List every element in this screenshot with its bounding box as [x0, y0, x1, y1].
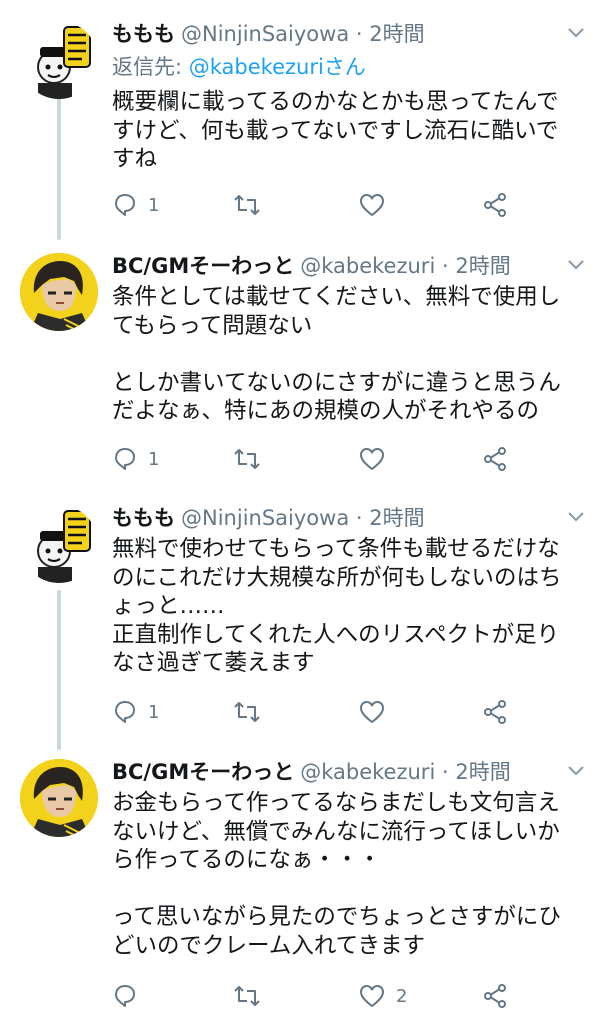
- handle[interactable]: @kabekezuri: [300, 760, 435, 784]
- reply-icon: [115, 701, 135, 723]
- display-name[interactable]: BC/GMそーわっと: [112, 254, 294, 278]
- tweet[interactable]: BC/GMそーわっと @kabekezuri · 2時間 お金もらって作ってるなら…: [0, 756, 605, 1024]
- avatar[interactable]: [20, 759, 98, 837]
- handle[interactable]: @NinjinSaiyowa: [181, 506, 349, 530]
- share-icon: [484, 700, 506, 724]
- reply-button[interactable]: [112, 981, 148, 1011]
- timestamp[interactable]: 2時間: [369, 506, 424, 530]
- retweet-button[interactable]: [232, 190, 272, 220]
- share-button[interactable]: [482, 190, 508, 220]
- tweet[interactable]: BC/GMそーわっと @kabekezuri · 2時間 条件としては載せてくださ…: [0, 250, 605, 480]
- chevron-down-icon[interactable]: [567, 764, 585, 778]
- chevron-down-icon[interactable]: [567, 510, 585, 524]
- avatar[interactable]: [20, 253, 98, 331]
- plush-figure-avatar-icon: [20, 21, 98, 99]
- share-icon: [484, 447, 506, 471]
- heart-icon: [360, 985, 384, 1007]
- tweet-actions: 1: [112, 697, 532, 727]
- anime-character-avatar-icon: [20, 253, 98, 331]
- anime-character-avatar-icon: [20, 759, 98, 837]
- share-icon: [484, 193, 506, 217]
- tweet-body: 条件としては載せてください、無料で使用し てもらって問題ない としか書いてないの…: [112, 284, 561, 424]
- like-button[interactable]: [358, 444, 396, 474]
- share-button[interactable]: [482, 444, 508, 474]
- tweet-actions: 1: [112, 444, 532, 474]
- tweet-header: BC/GMそーわっと @kabekezuri · 2時間: [112, 250, 565, 282]
- avatar[interactable]: [20, 505, 98, 583]
- reply-to-prefix: 返信先:: [112, 55, 189, 79]
- reply-icon: [115, 448, 135, 470]
- retweet-icon: [234, 195, 260, 215]
- retweet-icon: [234, 702, 260, 722]
- tweet-text: 条件としては載せてください、無料で使用し てもらって問題ない としか書いてないの…: [112, 283, 581, 426]
- chevron-down-icon[interactable]: [567, 258, 585, 272]
- like-button[interactable]: [358, 697, 396, 727]
- display-name[interactable]: ももも: [112, 22, 175, 46]
- tweet-header: ももも @NinjinSaiyowa · 2時間: [112, 18, 565, 50]
- heart-icon: [360, 701, 384, 723]
- reply-button[interactable]: 1: [112, 444, 159, 474]
- retweet-button[interactable]: [232, 697, 272, 727]
- share-button[interactable]: [482, 697, 508, 727]
- plush-figure-avatar-icon: [20, 505, 98, 583]
- retweet-button[interactable]: [232, 981, 272, 1011]
- tweet[interactable]: ももも @NinjinSaiyowa · 2時間 返信先: @kabekezuri…: [0, 18, 605, 233]
- tweet-body: お金もらって作ってるならまだしも文句言え ないけど、無償でみんなに流行ってほしい…: [112, 790, 561, 959]
- handle[interactable]: @kabekezuri: [300, 254, 435, 278]
- reply-button[interactable]: 1: [112, 190, 159, 220]
- tweet-text: お金もらって作ってるならまだしも文句言え ないけど、無償でみんなに流行ってほしい…: [112, 789, 581, 960]
- separator-dot: ·: [355, 506, 363, 530]
- heart-icon: [360, 194, 384, 216]
- tweet-text: 概要欄に載ってるのかなとかも思ってたんで すけど、何も載ってないですし流石に酷い…: [112, 88, 581, 174]
- display-name[interactable]: ももも: [112, 506, 175, 530]
- handle[interactable]: @NinjinSaiyowa: [181, 22, 349, 46]
- reply-icon: [115, 194, 135, 216]
- reply-count: 1: [148, 701, 160, 723]
- timestamp[interactable]: 2時間: [369, 22, 424, 46]
- timestamp[interactable]: 2時間: [455, 254, 510, 278]
- reply-count: 1: [148, 194, 160, 216]
- share-button[interactable]: [482, 981, 508, 1011]
- separator-dot: ·: [441, 254, 449, 278]
- timestamp[interactable]: 2時間: [455, 760, 510, 784]
- reply-button[interactable]: 1: [112, 697, 159, 727]
- like-button[interactable]: 2: [358, 981, 407, 1011]
- like-button[interactable]: [358, 190, 396, 220]
- retweet-icon: [234, 986, 260, 1006]
- chevron-down-icon[interactable]: [567, 26, 585, 40]
- tweet-header: BC/GMそーわっと @kabekezuri · 2時間: [112, 756, 565, 788]
- tweet-actions: 2: [112, 981, 532, 1011]
- reply-icon: [115, 985, 135, 1007]
- tweet[interactable]: ももも @NinjinSaiyowa · 2時間 無料で使わせてもらって条件も載せ…: [0, 502, 605, 737]
- like-count: 2: [396, 985, 408, 1007]
- reply-to: 返信先: @kabekezuriさん: [112, 52, 366, 82]
- share-icon: [484, 984, 506, 1008]
- reply-count: 1: [148, 448, 160, 470]
- heart-icon: [360, 448, 384, 470]
- separator-dot: ·: [441, 760, 449, 784]
- display-name[interactable]: BC/GMそーわっと: [112, 760, 294, 784]
- retweet-button[interactable]: [232, 444, 272, 474]
- tweet-text: 無料で使わせてもらって条件も載せるだけな のにこれだけ大規模な所が何もしないのは…: [112, 535, 581, 678]
- tweet-body: 概要欄に載ってるのかなとかも思ってたんで すけど、何も載ってないですし流石に酷い…: [112, 89, 559, 172]
- retweet-icon: [234, 449, 260, 469]
- tweet-header: ももも @NinjinSaiyowa · 2時間: [112, 502, 565, 534]
- tweet-actions: 1: [112, 190, 532, 220]
- avatar[interactable]: [20, 21, 98, 99]
- tweet-body: 無料で使わせてもらって条件も載せるだけな のにこれだけ大規模な所が何もしないのは…: [112, 536, 562, 676]
- reply-to-mention[interactable]: @kabekezuriさん: [189, 55, 366, 79]
- separator-dot: ·: [355, 22, 363, 46]
